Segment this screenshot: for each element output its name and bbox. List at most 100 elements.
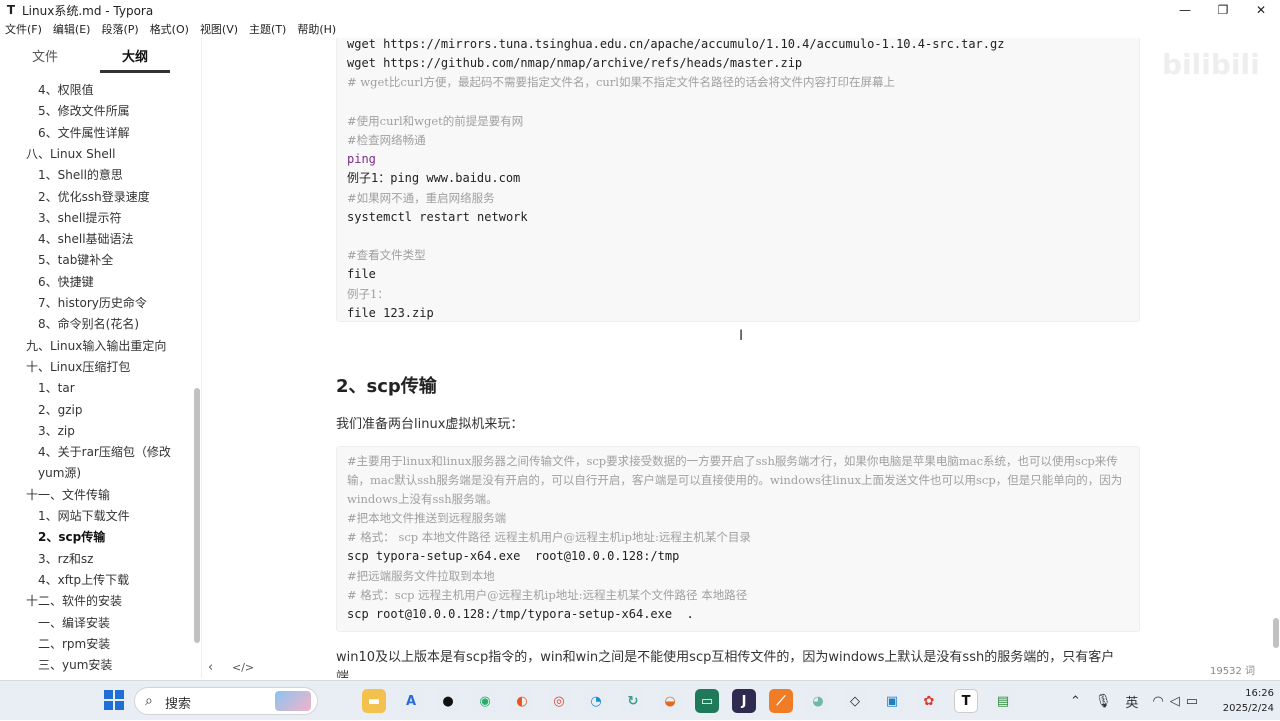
outline-item[interactable]: 2、scp传输: [0, 529, 105, 545]
code-comment: # 格式：scp 远程主机用户@远程主机ip地址:远程主机某个文件路径 本地路径: [347, 587, 748, 602]
menu-paragraph[interactable]: 段落(P): [96, 21, 144, 37]
outline-item[interactable]: 4、权限值: [0, 82, 94, 98]
outline-item[interactable]: 二、rpm安装: [0, 636, 110, 652]
app-cat-icon[interactable]: ◕: [806, 689, 830, 713]
outline-item[interactable]: yum源): [0, 465, 81, 481]
typora-icon[interactable]: T: [954, 689, 978, 713]
outline-item[interactable]: 十、Linux压缩打包: [0, 359, 130, 375]
menu-help[interactable]: 帮助(H): [292, 21, 342, 37]
clock[interactable]: 16:26 2025/2/24: [1218, 686, 1274, 716]
wifi-icon[interactable]: ◠: [1152, 694, 1163, 709]
xshell-icon[interactable]: ✿: [917, 689, 941, 713]
outline-item[interactable]: 4、xftp上传下载: [0, 572, 129, 588]
outline-item[interactable]: 5、修改文件所属: [0, 103, 130, 119]
chevron-up-icon[interactable]: ⌃: [1070, 694, 1081, 709]
text-cursor-icon: I: [739, 328, 744, 344]
clock-time: 16:26: [1245, 688, 1274, 699]
outline-item[interactable]: 6、文件属性详解: [0, 125, 130, 141]
firefox-icon[interactable]: ◐: [510, 689, 534, 713]
code-line: scp root@10.0.0.128:/tmp/typora-setup-x6…: [347, 607, 694, 621]
code-comment: # wget比curl方便，最起码不需要指定文件名，curl如果不指定文件名路径…: [347, 75, 895, 90]
maximize-button[interactable]: ❐: [1204, 0, 1242, 20]
outline-item[interactable]: 1、网站下载文件: [0, 508, 130, 524]
search-highlight-image: [275, 691, 311, 711]
code-comment: #把远端服务文件拉取到本地: [347, 568, 495, 583]
app-green-icon[interactable]: ▤: [991, 689, 1015, 713]
outline-item[interactable]: 5、tab键补全: [0, 252, 113, 268]
outline-item[interactable]: 3、zip: [0, 423, 75, 439]
search-icon: ⌕: [145, 693, 153, 709]
code-block-scp[interactable]: #主要用于linux和linux服务器之间传输文件，scp要求接受数据的一方要开…: [336, 446, 1140, 632]
terminal-icon[interactable]: ▭: [695, 689, 719, 713]
code-comment: #使用curl和wget的前提是要有网: [347, 113, 524, 128]
windows-start-icon[interactable]: [104, 690, 124, 710]
outline-item[interactable]: 八、Linux Shell: [0, 146, 115, 162]
code-line: 例子1：ping www.baidu.com: [347, 171, 521, 186]
code-block-wget[interactable]: wget https://mirrors.tuna.tsinghua.edu.c…: [336, 38, 1140, 322]
jetbrains-icon[interactable]: J: [732, 689, 756, 713]
outline-item[interactable]: 九、Linux输入输出重定向: [0, 338, 166, 354]
outline-item[interactable]: 4、shell基础语法: [0, 231, 134, 247]
outline-item[interactable]: 2、gzip: [0, 402, 83, 418]
volume-icon[interactable]: ◁: [1170, 694, 1180, 709]
wechat-icon[interactable]: ◉: [473, 689, 497, 713]
outline-item[interactable]: 1、tar: [0, 380, 75, 396]
minimize-button[interactable]: —: [1166, 0, 1204, 20]
qq-icon[interactable]: ●: [436, 689, 460, 713]
menu-theme[interactable]: 主题(T): [244, 21, 292, 37]
outline-item[interactable]: 4、关于rar压缩包（修改: [0, 444, 171, 460]
word-count[interactable]: 19532 词: [1210, 662, 1255, 677]
outline-item[interactable]: 三、yum安装: [0, 657, 112, 672]
vm-icon[interactable]: ▣: [880, 689, 904, 713]
outline-item[interactable]: 3、shell提示符: [0, 210, 122, 226]
outline-item[interactable]: 一、编译安装: [0, 615, 110, 631]
sidebar: 文件 大纲 4、权限值 5、修改文件所属 6、文件属性详解 八、Linux Shell…: [0, 38, 215, 712]
editor-content[interactable]: bilibili wget https://mirrors.tuna.tsing…: [202, 38, 1280, 678]
menu-file[interactable]: 文件(F): [0, 21, 48, 37]
outline-item[interactable]: 2、优化ssh登录速度: [0, 189, 150, 205]
sidebar-tabs: 文件 大纲: [0, 46, 202, 76]
taskbar: ⌕ 搜索 ▬ A ● ◉ ◐ ◎ ◔ ↻ ◒ ▭ J ⟋ ◕ ◇ ▣ ✿ T ▤…: [0, 680, 1280, 720]
typora-app-icon: T: [6, 3, 16, 17]
code-comment: #主要用于linux和linux服务器之间传输文件，scp要求接受数据的一方要开…: [347, 454, 1123, 506]
app-a-icon[interactable]: A: [399, 689, 423, 713]
tab-files[interactable]: 文件: [0, 46, 90, 76]
unity-icon[interactable]: ◇: [843, 689, 867, 713]
menu-view[interactable]: 视图(V): [195, 21, 244, 37]
microphone-icon[interactable]: 🎙: [1095, 694, 1112, 709]
battery-icon[interactable]: ▭: [1186, 694, 1198, 709]
file-explorer-icon[interactable]: ▬: [362, 689, 386, 713]
code-comment: #如果网不通，重启网络服务: [347, 190, 495, 205]
close-button[interactable]: ✕: [1242, 0, 1280, 20]
input-method-label[interactable]: 英: [1125, 692, 1138, 711]
outline-item[interactable]: 十二、软件的安装: [0, 593, 122, 609]
outline-item[interactable]: 6、快捷键: [0, 274, 94, 290]
outline-item[interactable]: 3、rz和sz: [0, 551, 93, 567]
title-bar: T Linux系统.md - Typora — ❐ ✕: [0, 0, 1280, 20]
code-line: wget https://mirrors.tuna.tsinghua.edu.c…: [347, 38, 1005, 51]
chrome-icon[interactable]: ◎: [547, 689, 571, 713]
menu-format[interactable]: 格式(O): [145, 21, 195, 37]
edge-icon[interactable]: ◔: [584, 689, 608, 713]
outline-item[interactable]: 7、history历史命令: [0, 295, 147, 311]
code-line: file: [347, 267, 376, 282]
outline-item[interactable]: 1、Shell的意思: [0, 167, 123, 183]
outline-item[interactable]: 十一、文件传输: [0, 487, 110, 503]
taskbar-search[interactable]: ⌕ 搜索: [134, 687, 318, 715]
menu-edit[interactable]: 编辑(E): [48, 21, 97, 37]
code-line: wget https://github.com/nmap/nmap/archiv…: [347, 56, 803, 71]
window-title: Linux系统.md - Typora: [22, 3, 154, 18]
app-circle-icon[interactable]: ◒: [658, 689, 682, 713]
code-line: file 123.zip: [347, 305, 434, 320]
section-heading: 2、scp传输: [336, 376, 437, 397]
system-tray: ⌃ 🎙 英 ◠ ◁ ▭: [1070, 681, 1210, 721]
tab-outline[interactable]: 大纲: [90, 46, 180, 76]
code-line: systemctl restart network: [347, 209, 528, 224]
intro-paragraph: 我们准备两台linux虚拟机来玩：: [336, 417, 524, 432]
app-orange-icon[interactable]: ⟋: [769, 689, 793, 713]
editor-scrollbar[interactable]: [1273, 618, 1279, 648]
sync-icon[interactable]: ↻: [621, 689, 645, 713]
sidebar-scrollbar[interactable]: [194, 388, 200, 643]
code-line: scp typora-setup-x64.exe root@10.0.0.128…: [347, 549, 680, 564]
outline-item[interactable]: 8、命令别名(花名): [0, 316, 139, 332]
